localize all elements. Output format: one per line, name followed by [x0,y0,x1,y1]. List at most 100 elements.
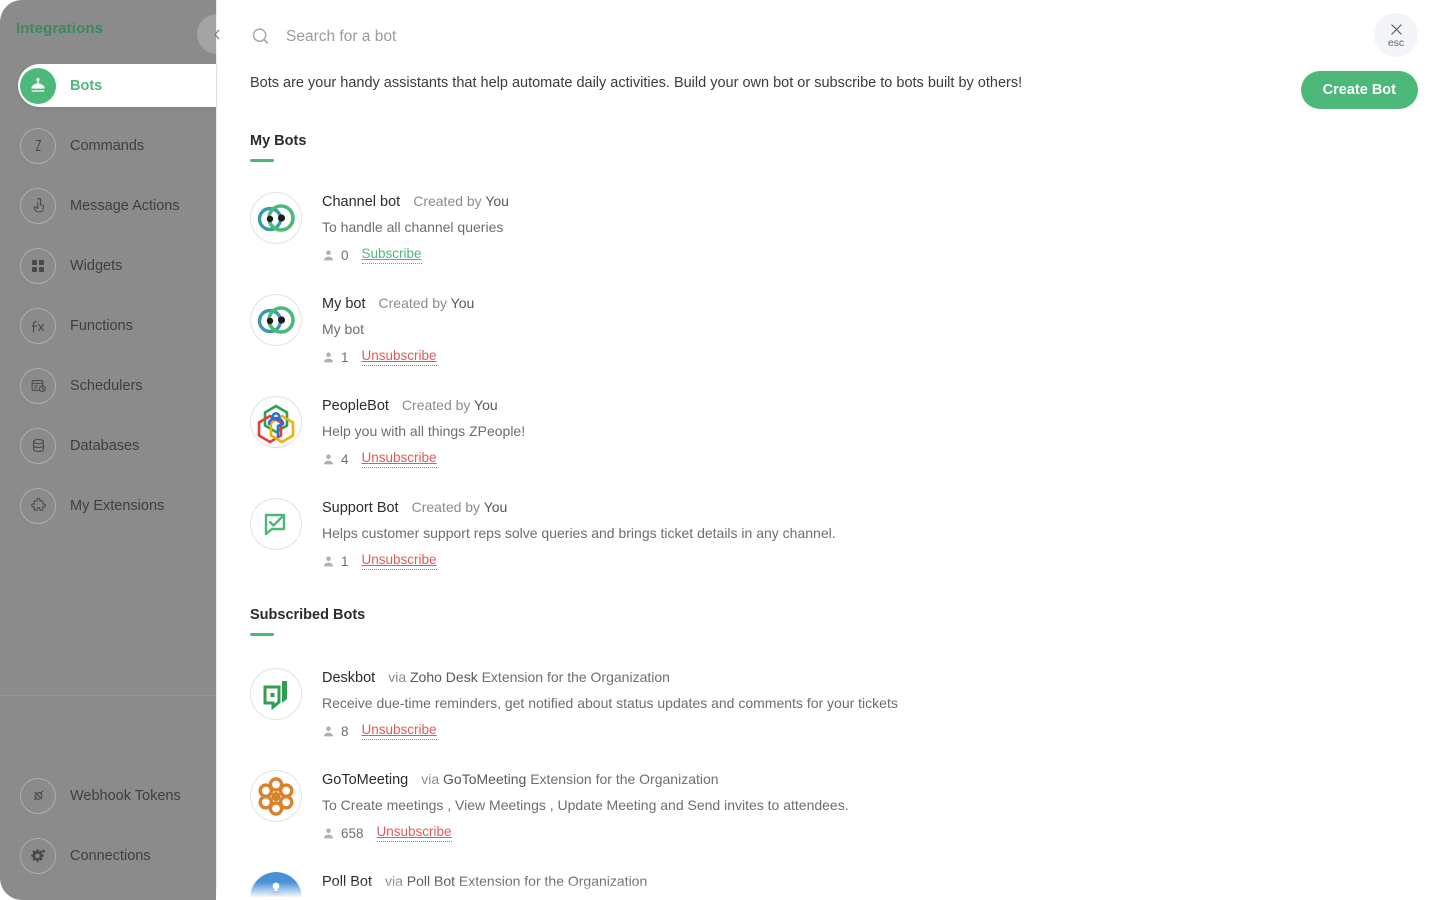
sidebar-item-label: Connections [70,847,151,864]
bot-meta: via Zoho Desk Extension for the Organiza… [388,669,670,685]
bot-info: Support Bot Created by You Helps custome… [322,498,836,570]
search-bar[interactable] [250,20,706,54]
bot-title-line: Poll Bot via Poll Bot Extension for the … [322,873,647,890]
unsubscribe-link[interactable]: Unsubscribe [361,722,437,740]
subscriber-count: 4 [341,451,349,467]
hand-tap-icon [20,187,56,224]
user-icon [323,454,334,464]
bot-meta: Created by You [412,499,508,515]
unsubscribe-link[interactable]: Unsubscribe [361,552,437,570]
sidebar-item-bots[interactable]: Bots [18,64,216,107]
bot-name: My bot [322,296,366,312]
user-icon [323,726,334,736]
subscriber-count: 1 [341,553,349,569]
bot-actions: 0 Subscribe [322,246,509,264]
sidebar-item-label: Schedulers [70,377,143,394]
sidebar-item-databases[interactable]: Databases [0,424,216,467]
sidebar-bottom-nav: Webhook Tokens Connections [0,774,216,894]
create-bot-button[interactable]: Create Bot [1300,71,1418,109]
subscribe-link[interactable]: Subscribe [361,246,422,264]
bot-meta: Created by You [402,397,498,413]
bot-meta: via GoToMeeting Extension for the Organi… [421,771,718,787]
bot-info: Poll Bot via Poll Bot Extension for the … [322,872,647,900]
sidebar-item-schedulers[interactable]: Schedulers [0,364,216,407]
bot-actions: 1 Unsubscribe [322,552,836,570]
sidebar-item-widgets[interactable]: Widgets [0,244,216,287]
bot-meta: Created by You [413,193,509,209]
sidebar-item-functions[interactable]: Functions [0,304,216,347]
unsubscribe-link[interactable]: Unsubscribe [376,824,452,842]
section-heading-subscribed-bots: Subscribed Bots [250,607,365,636]
bot-row-poll-bot[interactable]: Poll Bot via Poll Bot Extension for the … [250,872,1350,900]
bot-meta-prefix: via [421,771,440,787]
bot-meta-suffix: Extension for the Organization [458,873,648,889]
bot-meta-strong: You [474,397,498,413]
bot-name: GoToMeeting [322,772,409,788]
slash-command-icon [20,127,56,164]
section-underline [250,159,274,162]
bot-info: Deskbot via Zoho Desk Extension for the … [322,668,898,740]
bot-title-line: My bot Created by You [322,295,474,312]
bot-meta-suffix: Extension for the Organization [481,669,670,685]
search-input[interactable] [286,28,706,46]
bot-row-gotomeeting[interactable]: GoToMeeting via GoToMeeting Extension fo… [250,770,1350,842]
esc-label: esc [1387,37,1405,49]
plug-icon [20,777,56,814]
bot-actions: 658 Unsubscribe [322,824,849,842]
bot-meta-prefix: Created by [413,193,482,209]
bot-meta: Created by You [379,295,475,311]
bot-name: PeopleBot [322,398,389,414]
bot-eyes-icon [250,294,302,346]
bot-title-line: GoToMeeting via GoToMeeting Extension fo… [322,771,849,788]
bot-info: Channel bot Created by You To handle all… [322,192,509,264]
bot-meta-prefix: Created by [378,295,447,311]
subscriber-count: 658 [341,825,364,841]
sidebar-item-message-actions[interactable]: Message Actions [0,184,216,227]
bot-meta-strong: You [485,193,509,209]
search-icon [250,26,272,48]
bot-row-support-bot[interactable]: Support Bot Created by You Helps custome… [250,498,1350,570]
bot-meta-prefix: via [384,873,403,889]
bot-title-line: PeopleBot Created by You [322,397,525,414]
unsubscribe-link[interactable]: Unsubscribe [361,450,437,468]
bot-row-my-bot[interactable]: My bot Created by You My bot 1 Unsubscri… [250,294,1350,366]
poll-bot-icon [250,872,302,900]
sidebar-item-label: My Extensions [70,497,165,514]
bot-meta-strong: Zoho Desk [410,669,478,685]
sidebar-item-label: Message Actions [70,197,180,214]
close-esc-button[interactable]: esc [1374,13,1418,57]
bot-name: Poll Bot [322,874,372,890]
bot-meta-strong: You [450,295,475,311]
bot-icon [20,67,56,104]
gotomeeting-flower-icon [250,770,302,822]
bot-actions: 4 Unsubscribe [322,450,525,468]
sidebar-collapse-button[interactable] [197,14,237,54]
bot-name: Deskbot [322,670,376,686]
bot-row-deskbot[interactable]: Deskbot via Zoho Desk Extension for the … [250,668,1350,740]
unsubscribe-link[interactable]: Unsubscribe [361,348,437,366]
gear-connections-icon [20,837,56,874]
bot-title-line: Channel bot Created by You [322,193,509,210]
sidebar-item-webhook-tokens[interactable]: Webhook Tokens [0,774,216,817]
chevron-left-icon [213,29,219,39]
sidebar-item-my-extensions[interactable]: My Extensions [0,484,216,527]
bot-row-channel-bot[interactable]: Channel bot Created by You To handle all… [250,192,1350,264]
intro-text: Bots are your handy assistants that help… [250,75,1023,91]
user-icon [323,250,334,260]
sidebar-item-label: Bots [70,77,103,94]
bot-actions: 8 Unsubscribe [322,722,898,740]
sidebar-item-connections[interactable]: Connections [0,834,216,877]
bot-meta-prefix: via [388,669,407,685]
bot-row-peoplebot[interactable]: PeopleBot Created by You Help you with a… [250,396,1350,468]
people-hexagon-icon [250,396,302,448]
sidebar-item-label: Webhook Tokens [70,787,181,804]
bot-description: To handle all channel queries [322,219,504,235]
bot-meta-suffix: Extension for the Organization [530,771,719,787]
sidebar-nav-list: Bots Commands Message Actions Widgets Fu… [0,64,216,544]
zoho-desk-icon [250,668,302,720]
bot-description: To Create meetings , View Meetings , Upd… [322,797,849,813]
sidebar-item-commands[interactable]: Commands [0,124,216,167]
bot-title-line: Support Bot Created by You [322,499,836,516]
bot-description: Receive due-time reminders, get notified… [322,695,898,711]
database-cylinder-icon [20,427,56,464]
